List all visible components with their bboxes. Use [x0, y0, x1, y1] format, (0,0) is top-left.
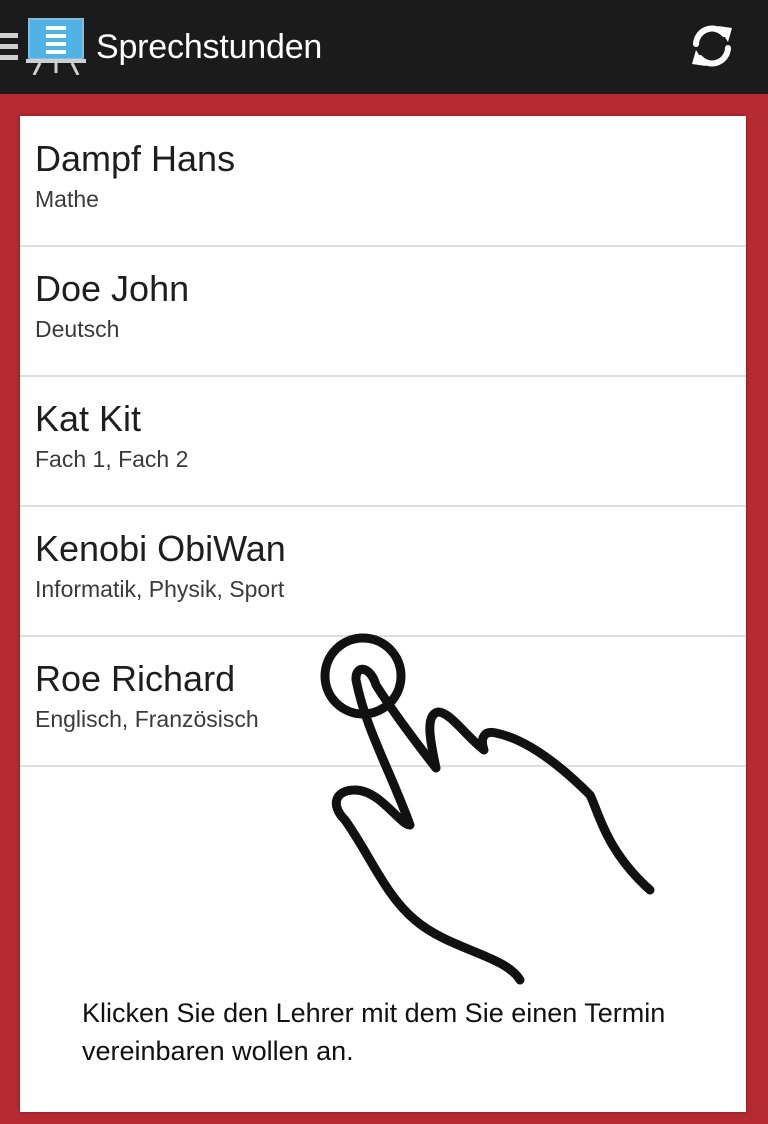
list-item[interactable]: Roe Richard Englisch, Französisch [20, 636, 746, 767]
teacher-subjects: Mathe [35, 186, 99, 212]
teacher-list: Dampf Hans Mathe Doe John Deutsch Kat Ki… [20, 116, 746, 1112]
presentation-board-icon[interactable] [26, 17, 86, 75]
list-item[interactable]: Kat Kit Fach 1, Fach 2 [20, 376, 746, 507]
teacher-name: Kat Kit [35, 398, 142, 439]
teacher-subjects: Fach 1, Fach 2 [35, 446, 189, 472]
list-item[interactable]: Kenobi ObiWan Informatik, Physik, Sport [20, 506, 746, 637]
refresh-icon[interactable] [686, 20, 738, 72]
teacher-subjects: Informatik, Physik, Sport [35, 576, 285, 602]
hamburger-icon[interactable] [0, 33, 18, 63]
app-bar: Sprechstunden [0, 0, 768, 94]
teacher-name: Dampf Hans [35, 138, 236, 179]
teacher-name: Roe Richard [35, 658, 236, 699]
teacher-subjects: Deutsch [35, 316, 120, 342]
list-item[interactable]: Dampf Hans Mathe [20, 116, 746, 247]
list-item[interactable]: Doe John Deutsch [20, 246, 746, 377]
hint-text: Klicken Sie den Lehrer mit dem Sie einen… [82, 998, 666, 1066]
teacher-name: Doe John [35, 268, 190, 309]
app-title: Sprechstunden [96, 28, 323, 66]
teacher-subjects: Englisch, Französisch [35, 706, 259, 732]
teacher-name: Kenobi ObiWan [35, 528, 286, 569]
